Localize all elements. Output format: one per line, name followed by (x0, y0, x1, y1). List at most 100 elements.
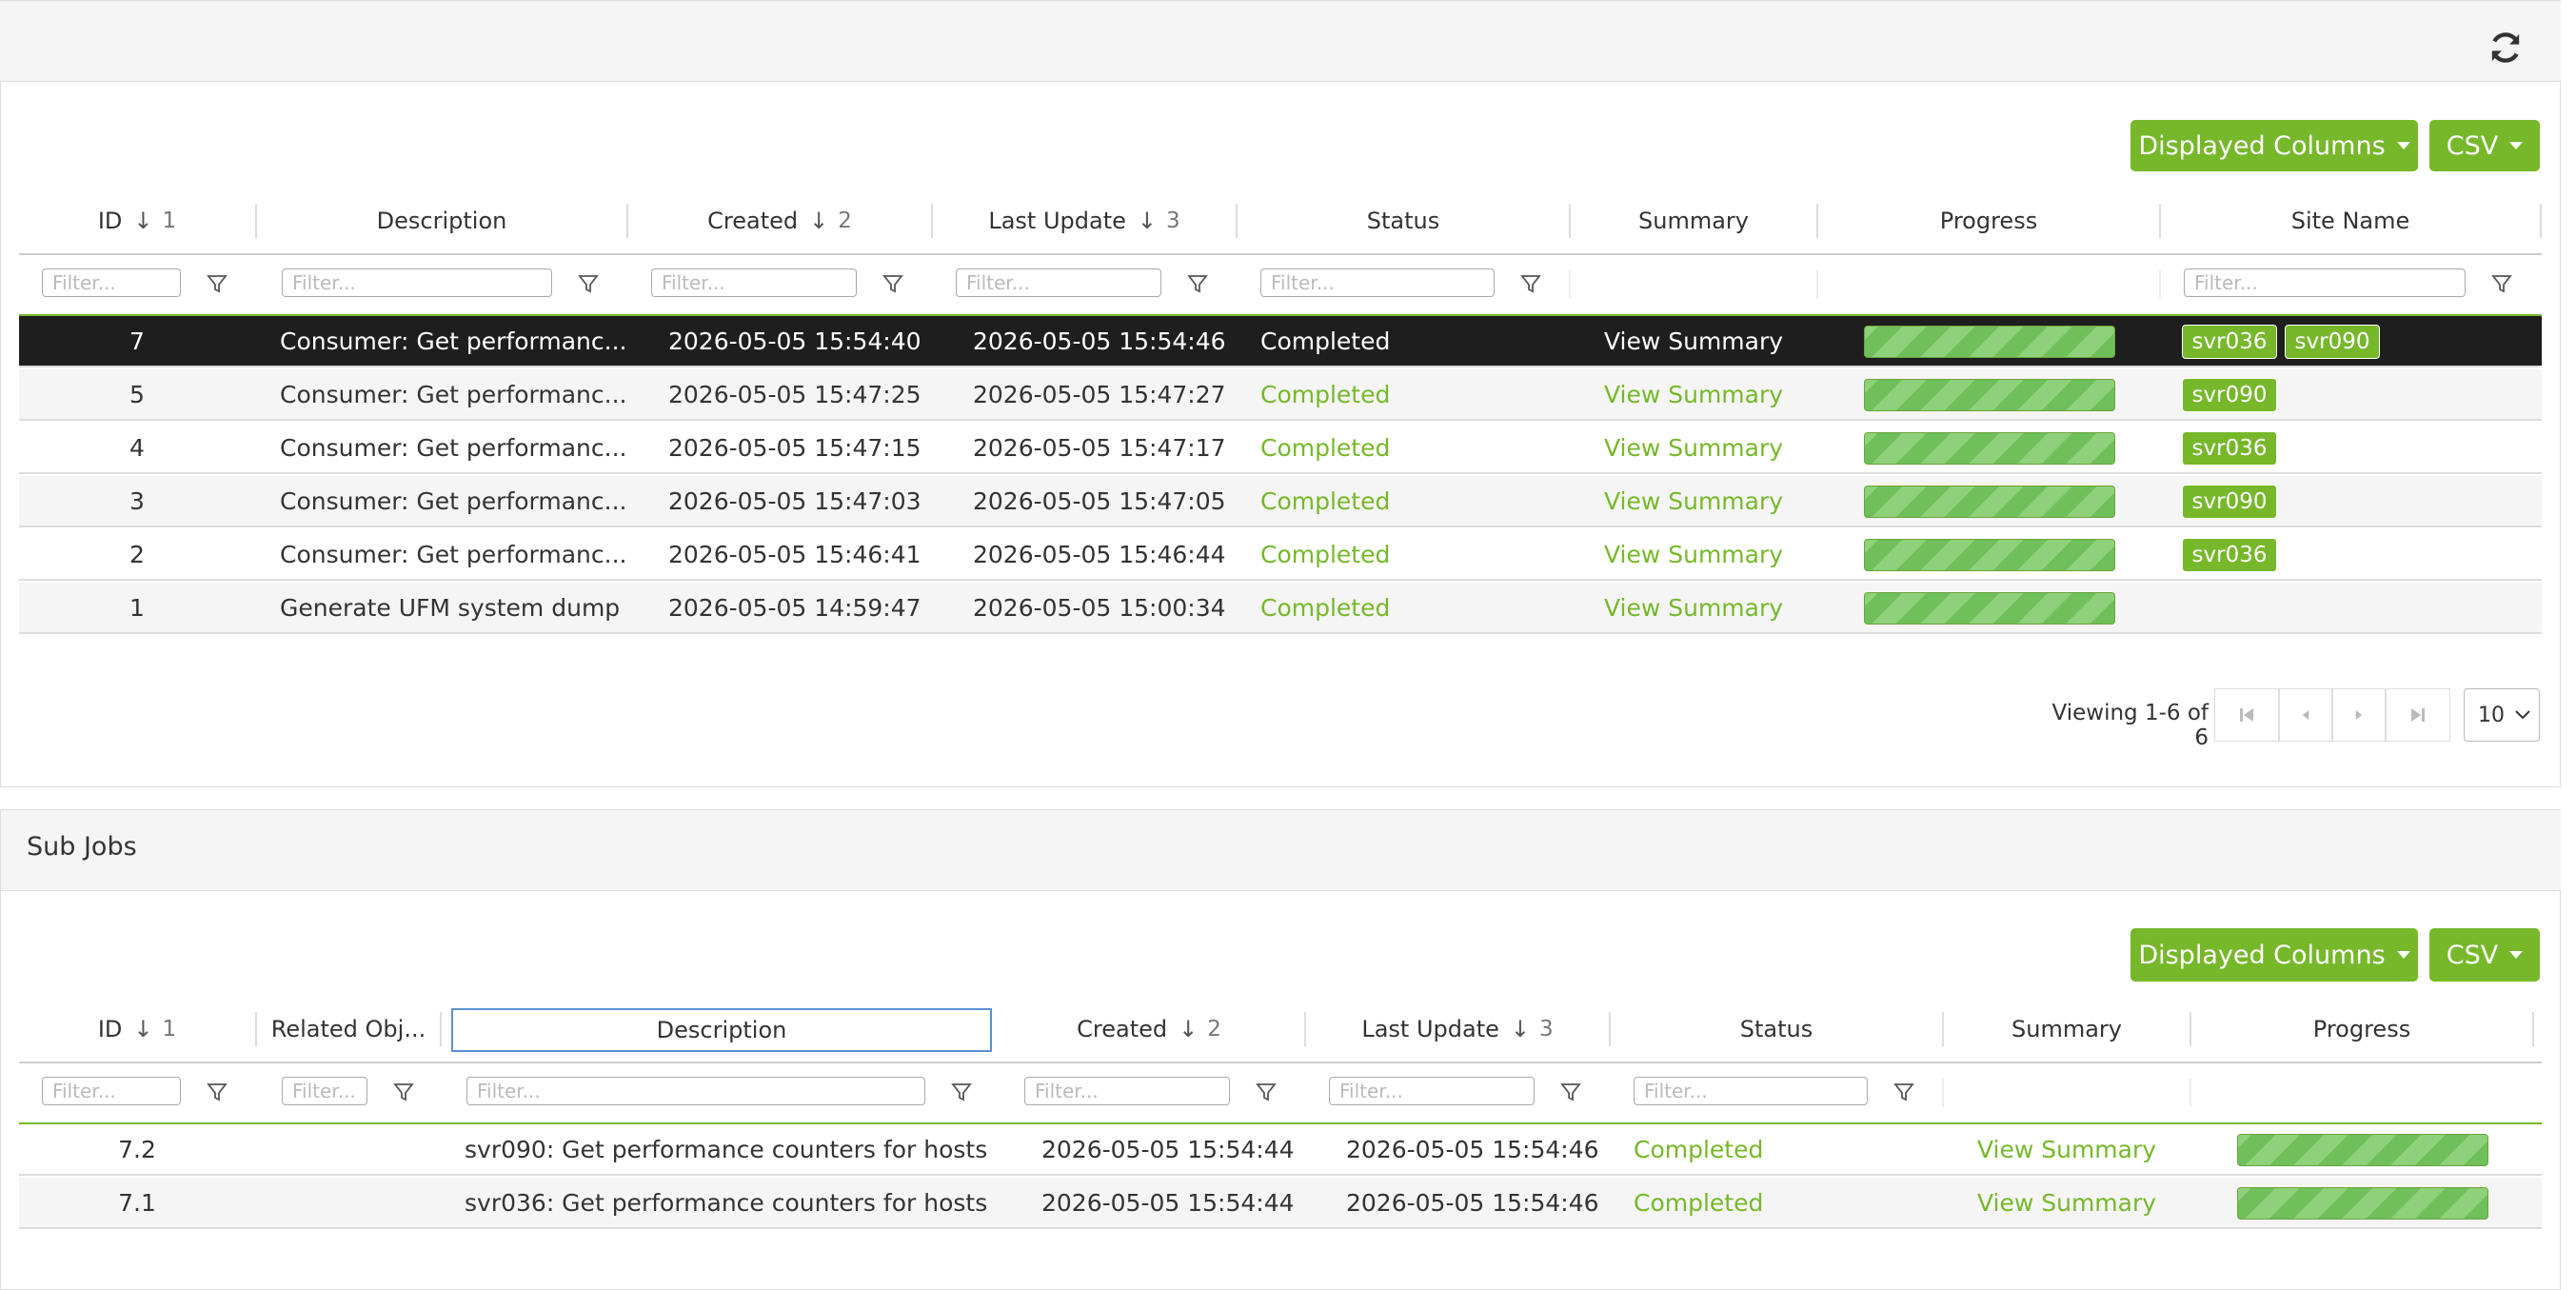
displayed-columns-button[interactable]: Displayed Columns (2130, 120, 2418, 171)
cell-created: 2026-05-05 15:47:03 (668, 486, 921, 515)
col-header-description[interactable]: Description (257, 202, 626, 240)
cell-last-update: 2026-05-05 15:47:05 (973, 486, 1226, 515)
sort-down-arrow-icon: ↓ (1137, 208, 1157, 234)
viewing-count: Viewing 1-6 of 6 (2051, 701, 2209, 750)
table-row[interactable]: 7 Consumer: Get performanc... 2026-05-05… (19, 316, 2542, 367)
table-row[interactable]: 2 Consumer: Get performanc... 2026-05-05… (19, 529, 2542, 581)
column-divider (1942, 1079, 1944, 1107)
filter-input-status[interactable]: Filter... (1260, 268, 1495, 297)
page-size-select[interactable]: 10 (2464, 688, 2540, 742)
first-page-button[interactable] (2214, 688, 2279, 742)
filter-icon[interactable] (1519, 272, 1542, 295)
col-header-id[interactable]: ID ↓ 1 (19, 1010, 255, 1048)
col-header-id[interactable]: ID ↓ 1 (19, 202, 255, 240)
next-page-button[interactable] (2332, 688, 2386, 742)
cell-related-object (280, 1178, 451, 1227)
view-summary-link[interactable]: View Summary (1571, 529, 1816, 579)
cell-created: 2026-05-05 15:54:44 (1041, 1188, 1295, 1217)
col-header-last-update[interactable]: Last Update ↓ 3 (1306, 1010, 1609, 1048)
table-row[interactable]: 7.1 svr036: Get performance counters for… (19, 1178, 2542, 1229)
col-header-status[interactable]: Status (1238, 202, 1569, 240)
site-badge: svr036 (2182, 431, 2277, 466)
col-header-progress[interactable]: Progress (1818, 202, 2159, 240)
header-divider (19, 253, 2542, 255)
filter-icon[interactable] (2490, 272, 2513, 295)
cell-id: 5 (129, 380, 145, 408)
col-header-created[interactable]: Created ↓ 2 (628, 202, 931, 240)
col-header-progress[interactable]: Progress (2191, 1010, 2532, 1048)
column-divider[interactable] (2532, 1012, 2534, 1046)
column-divider[interactable] (440, 1012, 442, 1046)
refresh-button[interactable] (2487, 29, 2525, 67)
filter-icon[interactable] (950, 1081, 973, 1103)
filter-input-id[interactable]: Filter... (42, 268, 181, 297)
jobs-panel-header (0, 0, 2561, 82)
view-summary-link[interactable]: View Summary (1571, 316, 1816, 366)
progress-bar (2237, 1187, 2488, 1220)
filter-input-description[interactable]: Filter... (466, 1077, 925, 1105)
view-summary-link[interactable]: View Summary (1944, 1124, 2190, 1174)
header-divider (19, 1062, 2542, 1063)
progress-bar (1864, 539, 2115, 571)
view-summary-link[interactable]: View Summary (1571, 423, 1816, 472)
col-header-status[interactable]: Status (1611, 1010, 1942, 1048)
cell-id: 2 (129, 540, 145, 568)
col-header-last-update[interactable]: Last Update ↓ 3 (933, 202, 1236, 240)
csv-button[interactable]: CSV (2429, 120, 2540, 171)
site-badge: svr090 (2285, 325, 2380, 359)
filter-icon[interactable] (206, 1081, 228, 1103)
sub-displayed-columns-button[interactable]: Displayed Columns (2130, 928, 2418, 982)
filter-input-id[interactable]: Filter... (42, 1077, 181, 1105)
cell-last-update: 2026-05-05 15:54:46 (1346, 1188, 1599, 1217)
filter-icon[interactable] (1892, 1081, 1915, 1103)
filter-icon[interactable] (1559, 1081, 1582, 1103)
site-badge: svr090 (2182, 378, 2277, 412)
filter-icon[interactable] (1186, 272, 1209, 295)
cell-created: 2026-05-05 15:46:41 (668, 540, 921, 568)
prev-page-icon (2302, 710, 2309, 720)
filter-input-created[interactable]: Filter... (1024, 1077, 1230, 1105)
refresh-icon (2491, 32, 2520, 63)
view-summary-link[interactable]: View Summary (1571, 476, 1816, 526)
column-divider[interactable] (2540, 204, 2542, 238)
filter-input-last-update[interactable]: Filter... (1329, 1077, 1535, 1105)
col-header-description[interactable]: Description (451, 1008, 992, 1052)
sub-csv-button[interactable]: CSV (2429, 928, 2540, 982)
cell-created: 2026-05-05 15:54:40 (668, 327, 921, 355)
cell-created: 2026-05-05 15:54:44 (1041, 1135, 1295, 1163)
table-row[interactable]: 5 Consumer: Get performanc... 2026-05-05… (19, 369, 2542, 421)
filter-input-description[interactable]: Filter... (282, 268, 552, 297)
col-header-created[interactable]: Created ↓ 2 (994, 1010, 1304, 1048)
filter-input-related-object[interactable]: Filter... (282, 1077, 367, 1105)
cell-last-update: 2026-05-05 15:47:27 (973, 380, 1226, 408)
filter-icon[interactable] (206, 272, 228, 295)
prev-page-button[interactable] (2279, 688, 2332, 742)
col-header-summary[interactable]: Summary (1571, 202, 1816, 240)
cell-status: Completed (1260, 327, 1391, 355)
table-row[interactable]: 1 Generate UFM system dump 2026-05-05 14… (19, 583, 2542, 634)
view-summary-link[interactable]: View Summary (1571, 369, 1816, 419)
filter-input-last-update[interactable]: Filter... (956, 268, 1161, 297)
first-page-icon (2240, 708, 2253, 722)
filter-icon[interactable] (1255, 1081, 1278, 1103)
column-divider (1816, 270, 1818, 299)
table-row[interactable]: 4 Consumer: Get performanc... 2026-05-05… (19, 423, 2542, 474)
table-row[interactable]: 3 Consumer: Get performanc... 2026-05-05… (19, 476, 2542, 527)
cell-status: Completed (1260, 380, 1391, 408)
filter-input-status[interactable]: Filter... (1634, 1077, 1868, 1105)
filter-icon[interactable] (577, 272, 600, 295)
cell-last-update: 2026-05-05 15:54:46 (973, 327, 1226, 355)
progress-bar (1864, 326, 2115, 358)
view-summary-link[interactable]: View Summary (1944, 1178, 2190, 1227)
last-page-button[interactable] (2386, 688, 2450, 742)
view-summary-link[interactable]: View Summary (1571, 583, 1816, 632)
filter-icon[interactable] (392, 1081, 415, 1103)
col-header-site-name[interactable]: Site Name (2161, 202, 2540, 240)
filter-icon[interactable] (882, 272, 904, 295)
col-header-related-object[interactable]: Related Obj... (257, 1010, 440, 1048)
col-header-summary[interactable]: Summary (1944, 1010, 2190, 1048)
filter-input-created[interactable]: Filter... (651, 268, 857, 297)
filter-input-site-name[interactable]: Filter... (2184, 268, 2466, 297)
cell-description: Consumer: Get performanc... (280, 327, 627, 355)
table-row[interactable]: 7.2 svr090: Get performance counters for… (19, 1124, 2542, 1176)
